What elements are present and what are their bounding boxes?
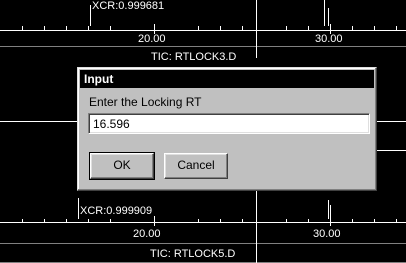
x-tick-label-30-top: 30.00 [315, 33, 343, 45]
cursor-readout-top: XCR:0.999681 [92, 0, 165, 12]
dialog-prompt: Enter the Locking RT [89, 95, 202, 109]
x-tick-label-20-bottom: 20.00 [133, 228, 161, 240]
trace-name-bottom: TIC: RTLOCK5.D [150, 248, 236, 260]
input-dialog: Input Enter the Locking RT OK Cancel [77, 67, 377, 191]
dialog-title[interactable]: Input [80, 70, 374, 88]
trace-name-top: TIC: RTLOCK3.D [151, 51, 237, 63]
x-tick-label-20-top: 20.00 [138, 33, 166, 45]
ok-button[interactable]: OK [89, 152, 155, 180]
cancel-button[interactable]: Cancel [164, 153, 228, 179]
locking-rt-input[interactable] [88, 113, 370, 134]
x-tick-label-30-bottom: 30.00 [313, 228, 341, 240]
cursor-readout-bottom: XCR:0.999909 [80, 205, 153, 217]
